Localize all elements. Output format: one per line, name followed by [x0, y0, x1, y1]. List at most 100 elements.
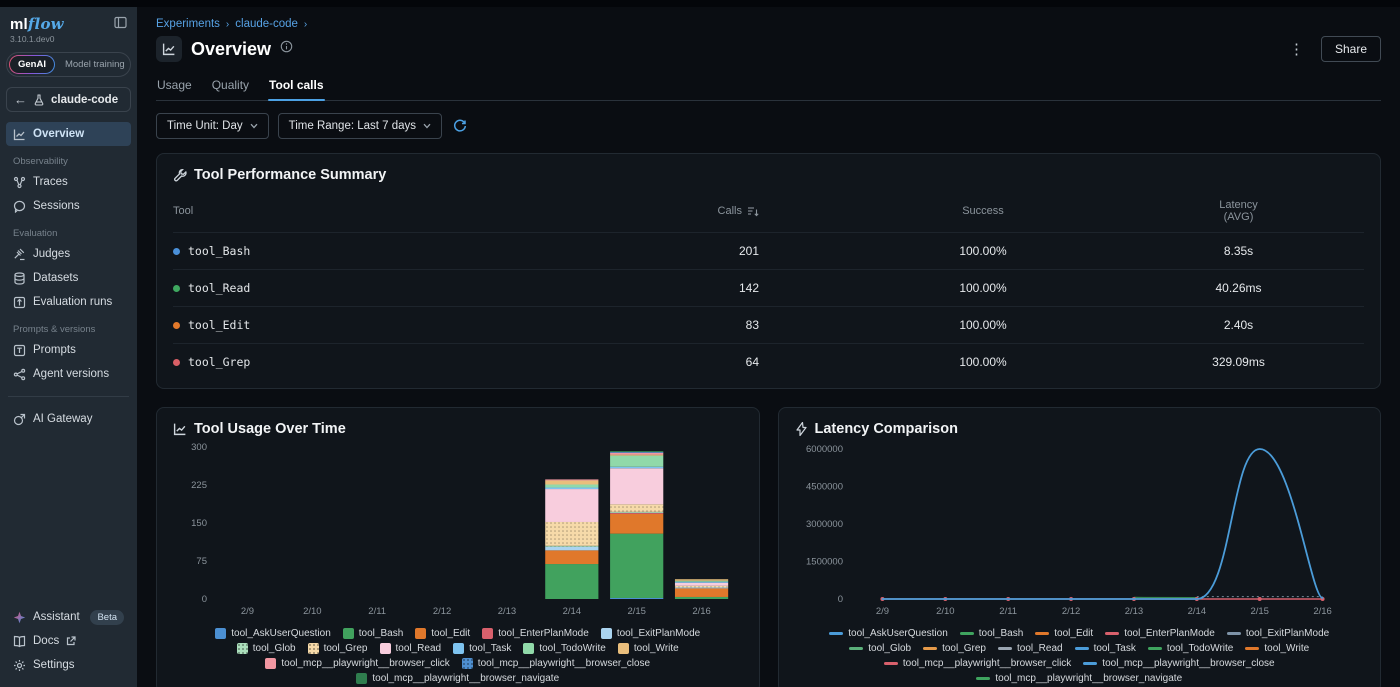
tab-tool-calls[interactable]: Tool calls: [268, 74, 324, 100]
legend-item[interactable]: tool_Edit: [1035, 628, 1093, 639]
legend-item[interactable]: tool_Read: [998, 643, 1063, 654]
collapse-sidebar-icon[interactable]: [114, 16, 127, 32]
mode-genai[interactable]: GenAI: [9, 55, 55, 74]
time-range-dropdown[interactable]: Time Range: Last 7 days: [278, 113, 442, 139]
legend-item[interactable]: tool_mcp__playwright__browser_close: [462, 658, 650, 669]
table-row[interactable]: tool_Edit83100.00%2.40s: [173, 306, 1364, 343]
legend-item[interactable]: tool_Task: [453, 643, 511, 654]
col-latency: Latency (AVG): [1203, 199, 1364, 223]
svg-text:3000000: 3000000: [806, 519, 843, 530]
overflow-menu-icon[interactable]: ⋮: [1281, 40, 1312, 58]
legend-item[interactable]: tool_TodoWrite: [523, 643, 606, 654]
legend-item[interactable]: tool_Bash: [343, 628, 403, 639]
calls-cell: 142: [603, 281, 763, 295]
refresh-icon[interactable]: [453, 119, 467, 133]
prompts-icon: [13, 344, 26, 357]
legend-item[interactable]: tool_ExitPlanMode: [601, 628, 700, 639]
legend-item[interactable]: tool_Read: [380, 643, 442, 654]
svg-text:300: 300: [191, 442, 207, 453]
tab-usage[interactable]: Usage: [156, 74, 193, 100]
legend-item[interactable]: tool_mcp__playwright__browser_close: [1083, 658, 1274, 669]
legend-item[interactable]: tool_mcp__playwright__browser_click: [265, 658, 449, 669]
back-arrow-icon[interactable]: ←: [14, 93, 27, 106]
sidebar-item-ai-gateway[interactable]: AI Gateway: [6, 407, 131, 431]
sidebar-item-label: Assistant: [33, 611, 80, 623]
legend-item[interactable]: tool_mcp__playwright__browser_click: [884, 658, 1071, 669]
latency-cell: 329.09ms: [1203, 355, 1364, 369]
breadcrumb-experiment-name[interactable]: claude-code: [235, 18, 298, 30]
experiment-name: claude-code: [51, 94, 118, 106]
legend-item[interactable]: tool_mcp__playwright__browser_navigate: [976, 673, 1182, 684]
legend-swatch: [618, 643, 629, 654]
table-row[interactable]: tool_Read142100.00%40.26ms: [173, 269, 1364, 306]
legend-item[interactable]: tool_Task: [1075, 643, 1136, 654]
legend-label: tool_TodoWrite: [539, 643, 606, 654]
svg-text:2/14: 2/14: [563, 606, 582, 617]
legend-item[interactable]: tool_Glob: [849, 643, 911, 654]
database-icon: [13, 272, 26, 285]
sidebar-item-docs[interactable]: Docs: [6, 629, 131, 653]
sidebar-item-evaluation-runs[interactable]: Evaluation runs: [6, 290, 131, 314]
tab-quality[interactable]: Quality: [211, 74, 250, 100]
sort-descending-icon[interactable]: [747, 206, 759, 217]
section-prompts-versions: Prompts & versions: [13, 324, 124, 335]
legend-item[interactable]: tool_EnterPlanMode: [482, 628, 589, 639]
sidebar-item-judges[interactable]: Judges: [6, 242, 131, 266]
legend-label: tool_EnterPlanMode: [1124, 628, 1215, 639]
sidebar-item-label: Judges: [33, 248, 70, 260]
tool-usage-bar-chart: 0751502253002/92/102/112/122/132/142/152…: [173, 437, 744, 619]
breadcrumb-experiments[interactable]: Experiments: [156, 18, 220, 30]
legend-swatch: [415, 628, 426, 639]
table-row[interactable]: tool_Grep64100.00%329.09ms: [173, 343, 1364, 380]
legend-item[interactable]: tool_AskUserQuestion: [215, 628, 331, 639]
experiment-selector[interactable]: ← claude-code: [6, 87, 131, 112]
legend-item[interactable]: tool_mcp__playwright__browser_navigate: [356, 673, 559, 684]
sidebar-divider: [8, 396, 129, 397]
time-unit-dropdown[interactable]: Time Unit: Day: [156, 113, 269, 139]
svg-text:6000000: 6000000: [806, 444, 843, 455]
svg-text:2/16: 2/16: [1313, 606, 1332, 617]
success-cell: 100.00%: [763, 281, 1203, 295]
mode-model-training[interactable]: Model training: [57, 56, 133, 73]
legend-item[interactable]: tool_TodoWrite: [1148, 643, 1234, 654]
svg-text:2/11: 2/11: [999, 606, 1017, 617]
sidebar-item-traces[interactable]: Traces: [6, 170, 131, 194]
table-row[interactable]: tool_Bash201100.00%8.35s: [173, 232, 1364, 269]
sidebar-item-prompts[interactable]: Prompts: [6, 338, 131, 362]
info-icon[interactable]: [280, 40, 293, 58]
share-button[interactable]: Share: [1321, 36, 1381, 62]
legend-item[interactable]: tool_Grep: [923, 643, 986, 654]
sidebar-item-label: Agent versions: [33, 368, 109, 380]
legend-swatch: [482, 628, 493, 639]
tool-cell: tool_Read: [173, 281, 603, 295]
legend-label: tool_Write: [634, 643, 679, 654]
legend-label: tool_TodoWrite: [1167, 643, 1234, 654]
legend-item[interactable]: tool_ExitPlanMode: [1227, 628, 1329, 639]
sidebar-item-overview[interactable]: Overview: [6, 122, 131, 146]
svg-text:2/9: 2/9: [241, 606, 254, 617]
sidebar-item-sessions[interactable]: Sessions: [6, 194, 131, 218]
legend-item[interactable]: tool_EnterPlanMode: [1105, 628, 1215, 639]
legend-item[interactable]: tool_Glob: [237, 643, 296, 654]
legend-label: tool_Bash: [979, 628, 1023, 639]
overview-chart-icon: [156, 36, 182, 62]
col-calls[interactable]: Calls: [603, 205, 763, 217]
sidebar-item-datasets[interactable]: Datasets: [6, 266, 131, 290]
legend-item[interactable]: tool_Write: [1245, 643, 1309, 654]
ai-gateway-icon: [13, 413, 26, 426]
legend-item[interactable]: tool_Write: [618, 643, 679, 654]
legend-swatch: [1245, 647, 1259, 650]
sidebar-item-assistant[interactable]: Assistant Beta: [6, 605, 131, 629]
svg-text:2/13: 2/13: [1124, 606, 1143, 617]
sidebar-item-agent-versions[interactable]: Agent versions: [6, 362, 131, 386]
success-cell: 100.00%: [763, 244, 1203, 258]
legend-item[interactable]: tool_AskUserQuestion: [829, 628, 948, 639]
legend-item[interactable]: tool_Grep: [308, 643, 368, 654]
sidebar-item-settings[interactable]: Settings: [6, 653, 131, 677]
svg-text:2/16: 2/16: [692, 606, 711, 617]
legend-item[interactable]: tool_Edit: [415, 628, 470, 639]
legend-swatch: [998, 647, 1012, 650]
legend-label: tool_EnterPlanMode: [498, 628, 589, 639]
legend-item[interactable]: tool_Bash: [960, 628, 1023, 639]
sidebar-item-label: Prompts: [33, 344, 76, 356]
